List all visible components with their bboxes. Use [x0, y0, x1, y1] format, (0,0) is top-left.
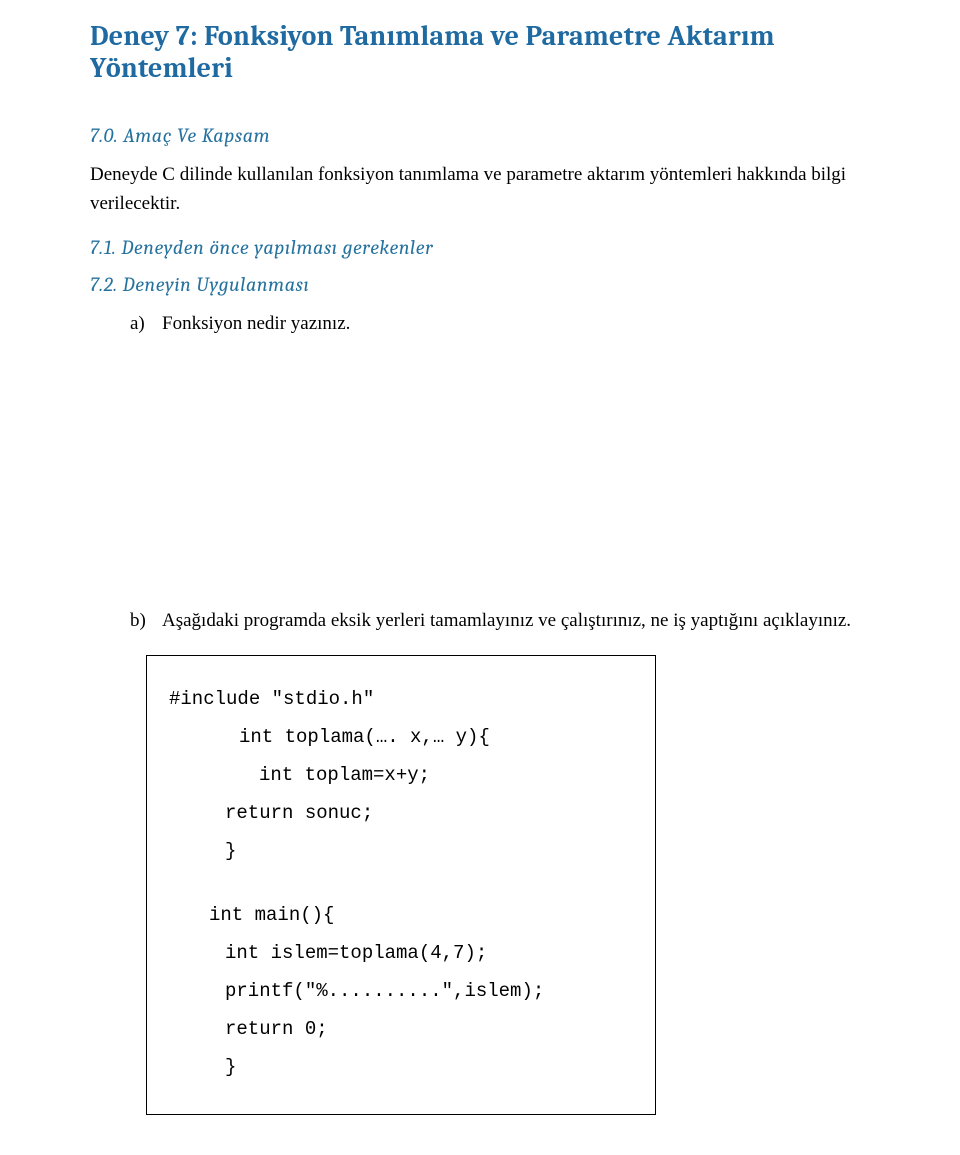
code-line: #include "stdio.h" [169, 680, 633, 718]
section-heading-7-0: 7.0. Amaç Ve Kapsam [90, 124, 870, 147]
section-heading-7-2: 7.2. Deneyin Uygulanması [90, 273, 870, 296]
list-marker-a: a) [130, 310, 152, 339]
list-item-a: a) Fonksiyon nedir yazınız. [130, 310, 870, 339]
list-text-b: Aşağıdaki programda eksik yerleri tamaml… [162, 607, 851, 636]
code-line: int main(){ [169, 896, 633, 934]
code-line: } [169, 832, 633, 870]
list-text-a: Fonksiyon nedir yazınız. [162, 310, 350, 339]
page-container: Deney 7: Fonksiyon Tanımlama ve Parametr… [0, 0, 960, 1155]
section-body-7-0: Deneyde C dilinde kullanılan fonksiyon t… [90, 161, 870, 218]
list-marker-b: b) [130, 607, 152, 636]
list-item-b: b) Aşağıdaki programda eksik yerleri tam… [130, 607, 870, 636]
ordered-list-b: b) Aşağıdaki programda eksik yerleri tam… [130, 607, 870, 636]
section-heading-7-1: 7.1. Deneyden önce yapılması gerekenler [90, 236, 870, 259]
blank-answer-space [90, 357, 870, 607]
code-line: int islem=toplama(4,7); [169, 934, 633, 972]
code-line: int toplama(…. x,… y){ [169, 718, 633, 756]
code-line: int toplam=x+y; [169, 756, 633, 794]
code-line: return 0; [169, 1010, 633, 1048]
document-title: Deney 7: Fonksiyon Tanımlama ve Parametr… [90, 20, 870, 84]
code-line: } [169, 1048, 633, 1086]
code-line: return sonuc; [169, 794, 633, 832]
ordered-list: a) Fonksiyon nedir yazınız. [130, 310, 870, 339]
code-sample-box: #include "stdio.h"int toplama(…. x,… y){… [146, 655, 656, 1115]
code-line: printf("%..........",islem); [169, 972, 633, 1010]
